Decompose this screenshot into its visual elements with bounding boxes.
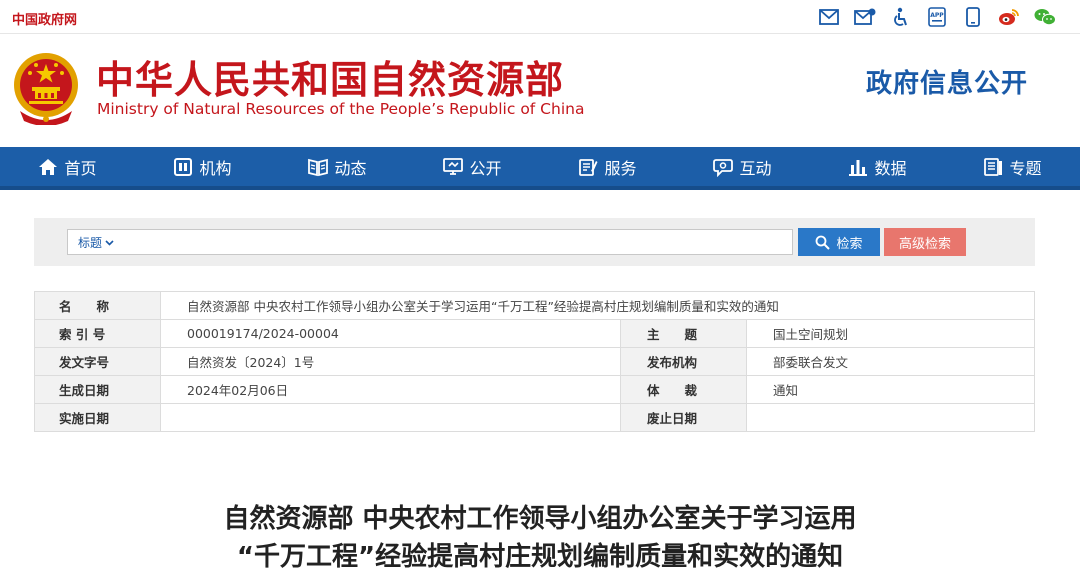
topic-icon bbox=[984, 157, 1003, 176]
wechat-icon[interactable] bbox=[1034, 6, 1056, 28]
name-label: 名 称 bbox=[34, 291, 161, 320]
nav-label: 专题 bbox=[1009, 158, 1042, 178]
mail-icon[interactable] bbox=[818, 6, 840, 28]
table-row: 生成日期 2024年02月06日 体 裁 通知 bbox=[34, 375, 1035, 404]
expiry-date-value bbox=[746, 403, 1035, 432]
search-type-label: 标题 bbox=[78, 236, 103, 250]
doc-no-value: 自然资发〔2024〕1号 bbox=[160, 347, 621, 376]
genre-value: 通知 bbox=[746, 375, 1035, 404]
nav-label: 公开 bbox=[469, 158, 502, 178]
search-type-select[interactable]: 标题 bbox=[78, 234, 114, 251]
chat-icon bbox=[713, 158, 734, 177]
national-emblem-icon[interactable] bbox=[12, 51, 80, 126]
search-button[interactable]: 检索 bbox=[798, 228, 880, 256]
nav-label: 动态 bbox=[334, 158, 367, 178]
subject-value: 国土空间规划 bbox=[746, 319, 1035, 348]
nav-item-interaction[interactable]: 互动 bbox=[675, 147, 810, 186]
subscribe-icon[interactable] bbox=[854, 6, 876, 28]
table-row: 实施日期 废止日期 bbox=[34, 403, 1035, 432]
home-icon bbox=[39, 158, 58, 175]
nav-label: 机构 bbox=[199, 158, 232, 178]
effective-date-label: 实施日期 bbox=[34, 403, 161, 432]
nav-label: 服务 bbox=[604, 158, 637, 178]
nav-label: 首页 bbox=[64, 158, 97, 178]
nav-item-service[interactable]: 服务 bbox=[540, 147, 675, 186]
nav-item-news[interactable]: 动态 bbox=[270, 147, 405, 186]
ministry-name-en: Ministry of Natural Resources of the Peo… bbox=[97, 100, 585, 118]
issuer-value: 部委联合发文 bbox=[746, 347, 1035, 376]
nav-item-home[interactable]: 首页 bbox=[0, 147, 135, 186]
date-label: 生成日期 bbox=[34, 375, 161, 404]
expiry-date-label: 废止日期 bbox=[620, 403, 747, 432]
organization-icon bbox=[174, 157, 193, 176]
article-title: 自然资源部 中央农村工作领导小组办公室关于学习运用 “千万工程”经验提高村庄规划… bbox=[0, 500, 1080, 576]
index-value: 000019174/2024-00004 bbox=[160, 319, 621, 348]
site-header: 中华人民共和国自然资源部 Ministry of Natural Resourc… bbox=[0, 35, 1080, 147]
search-button-label: 检索 bbox=[836, 235, 863, 251]
document-info-table: 名 称 自然资源部 中央农村工作领导小组办公室关于学习运用“千万工程”经验提高村… bbox=[34, 291, 1035, 432]
gov-portal-link[interactable]: 中国政府网 bbox=[12, 9, 77, 28]
news-icon bbox=[308, 158, 329, 176]
subject-label: 主 题 bbox=[620, 319, 747, 348]
search-input[interactable] bbox=[128, 231, 788, 253]
svg-text:APP: APP bbox=[930, 12, 944, 19]
article-title-line-1: 自然资源部 中央农村工作领导小组办公室关于学习运用 bbox=[223, 504, 857, 534]
advanced-search-button[interactable]: 高级检索 bbox=[884, 228, 966, 256]
table-row: 索 引 号 000019174/2024-00004 主 题 国土空间规划 bbox=[34, 319, 1035, 348]
chart-icon bbox=[849, 159, 868, 176]
date-value: 2024年02月06日 bbox=[160, 375, 621, 404]
table-row: 名 称 自然资源部 中央农村工作领导小组办公室关于学习运用“千万工程”经验提高村… bbox=[34, 291, 1035, 320]
ministry-name-cn: 中华人民共和国自然资源部 bbox=[96, 58, 565, 102]
gov-info-title[interactable]: 政府信息公开 bbox=[866, 63, 1028, 100]
top-icons: APP bbox=[818, 6, 1056, 28]
article-title-line-2: “千万工程”经验提高村庄规划编制质量和实效的通知 bbox=[236, 542, 844, 572]
service-icon bbox=[579, 158, 598, 176]
nav-label: 互动 bbox=[739, 158, 772, 178]
chevron-down-icon bbox=[105, 239, 114, 246]
search-area: 标题 检索 高级检索 bbox=[34, 218, 1035, 266]
table-row: 发文字号 自然资发〔2024〕1号 发布机构 部委联合发文 bbox=[34, 347, 1035, 376]
index-label: 索 引 号 bbox=[34, 319, 161, 348]
nav-item-data[interactable]: 数据 bbox=[810, 147, 945, 186]
mobile-icon[interactable] bbox=[962, 6, 984, 28]
search-icon bbox=[816, 235, 831, 250]
app-icon[interactable]: APP bbox=[926, 6, 948, 28]
issuer-label: 发布机构 bbox=[620, 347, 747, 376]
doc-no-label: 发文字号 bbox=[34, 347, 161, 376]
nav-item-publish[interactable]: 公开 bbox=[405, 147, 540, 186]
effective-date-value bbox=[160, 403, 621, 432]
nav-item-topic[interactable]: 专题 bbox=[945, 147, 1080, 186]
name-value: 自然资源部 中央农村工作领导小组办公室关于学习运用“千万工程”经验提高村庄规划编… bbox=[160, 291, 1035, 320]
publish-icon bbox=[443, 157, 464, 175]
search-box: 标题 bbox=[67, 229, 793, 255]
nav-item-organization[interactable]: 机构 bbox=[135, 147, 270, 186]
nav-label: 数据 bbox=[874, 158, 907, 178]
genre-label: 体 裁 bbox=[620, 375, 747, 404]
top-bar: 中国政府网 APP bbox=[0, 0, 1080, 34]
accessibility-icon[interactable] bbox=[890, 6, 912, 28]
weibo-icon[interactable] bbox=[998, 6, 1020, 28]
main-nav: 首页 机构 动态 公开 服务 互动 数据 专题 bbox=[0, 147, 1080, 190]
